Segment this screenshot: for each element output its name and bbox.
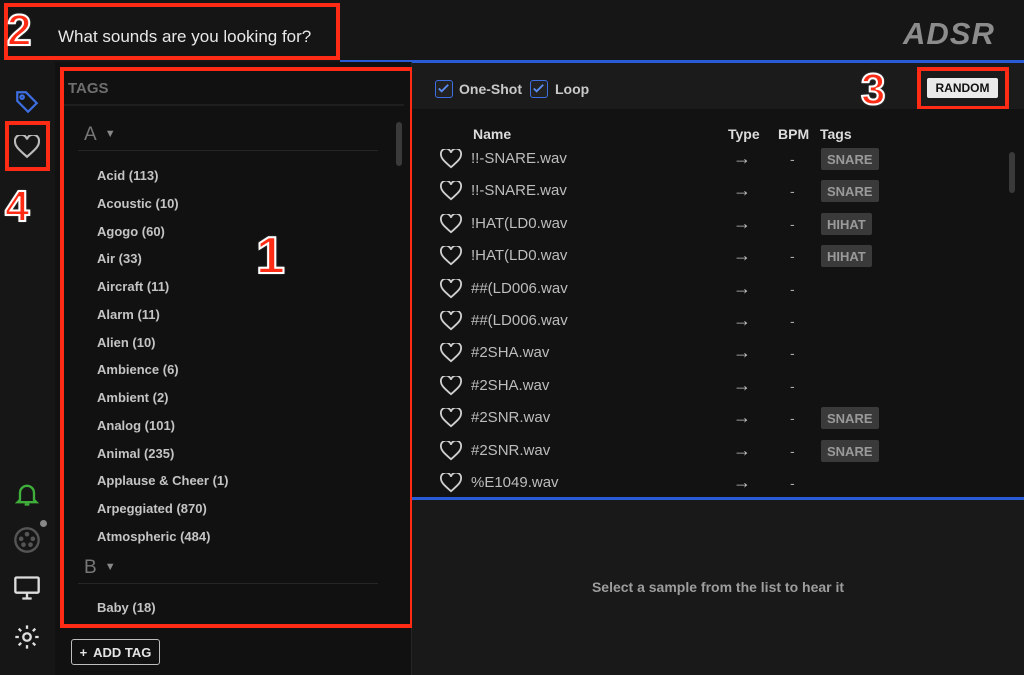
row-tag-badge[interactable]: HIHAT bbox=[821, 213, 872, 235]
row-name[interactable]: ##(LD006.wav bbox=[471, 312, 568, 329]
row-heart-icon[interactable] bbox=[440, 147, 462, 174]
annotation-4: 4 bbox=[4, 182, 31, 231]
row-bpm: - bbox=[790, 475, 795, 491]
annotation-3: 3 bbox=[860, 65, 887, 114]
row-heart-icon[interactable] bbox=[440, 406, 462, 433]
one-shot-label: One-Shot bbox=[459, 81, 522, 97]
row-name[interactable]: !HAT(LD0.wav bbox=[471, 215, 567, 232]
midi-icon[interactable] bbox=[11, 524, 43, 556]
loop-label: Loop bbox=[555, 81, 590, 97]
monitor-icon[interactable] bbox=[11, 572, 43, 604]
row-type-arrow-icon: → bbox=[733, 148, 751, 168]
row-name[interactable]: %E1049.wav bbox=[471, 474, 559, 491]
row-heart-icon[interactable] bbox=[440, 309, 462, 336]
plus-icon: + bbox=[79, 644, 88, 660]
annotation-1: 1 bbox=[255, 227, 286, 285]
row-name[interactable]: #2SHA.wav bbox=[471, 377, 549, 394]
player-message: Select a sample from the list to hear it bbox=[591, 579, 845, 595]
row-type-arrow-icon: → bbox=[733, 245, 751, 265]
one-shot-checkbox[interactable] bbox=[435, 80, 453, 98]
bell-icon[interactable] bbox=[11, 478, 43, 510]
row-bpm: - bbox=[790, 281, 795, 297]
row-tag-badge[interactable]: SNARE bbox=[821, 440, 879, 462]
row-heart-icon[interactable] bbox=[440, 341, 462, 368]
row-tag-badge[interactable]: SNARE bbox=[821, 407, 879, 429]
row-name[interactable]: #2SNR.wav bbox=[471, 442, 550, 459]
row-name[interactable]: ##(LD006.wav bbox=[471, 280, 568, 297]
row-heart-icon[interactable] bbox=[440, 244, 462, 271]
add-tag-button[interactable]: + ADD TAG bbox=[71, 639, 160, 665]
random-button[interactable]: RANDOM bbox=[927, 78, 998, 98]
column-header-type[interactable]: Type bbox=[728, 126, 760, 142]
column-header-bpm[interactable]: BPM bbox=[778, 126, 809, 142]
search-placeholder: What sounds are you looking for? bbox=[58, 27, 312, 46]
row-bpm: - bbox=[790, 248, 795, 264]
row-heart-icon[interactable] bbox=[440, 471, 462, 498]
row-bpm: - bbox=[790, 216, 795, 232]
adsr-logo: ADSR bbox=[903, 16, 995, 51]
column-header-tags[interactable]: Tags bbox=[820, 126, 852, 142]
tags-highlight bbox=[60, 67, 414, 628]
row-bpm: - bbox=[790, 378, 795, 394]
row-type-arrow-icon: → bbox=[733, 407, 751, 427]
gear-icon[interactable] bbox=[11, 621, 43, 653]
row-type-arrow-icon: → bbox=[733, 472, 751, 492]
row-type-arrow-icon: → bbox=[733, 310, 751, 330]
status-dot bbox=[40, 520, 47, 527]
column-header-name[interactable]: Name bbox=[473, 126, 511, 142]
row-bpm: - bbox=[790, 443, 795, 459]
row-tag-badge[interactable]: HIHAT bbox=[821, 245, 872, 267]
tag-icon[interactable] bbox=[11, 86, 43, 118]
row-heart-icon[interactable] bbox=[440, 212, 462, 239]
row-name[interactable]: !!-SNARE.wav bbox=[471, 182, 567, 199]
row-type-arrow-icon: → bbox=[733, 278, 751, 298]
list-scrollbar[interactable] bbox=[1009, 152, 1015, 193]
row-name[interactable]: #2SHA.wav bbox=[471, 344, 549, 361]
row-heart-icon[interactable] bbox=[440, 277, 462, 304]
row-type-arrow-icon: → bbox=[733, 180, 751, 200]
row-name[interactable]: #2SNR.wav bbox=[471, 409, 550, 426]
heart-icon[interactable] bbox=[11, 131, 43, 163]
search-box[interactable]: What sounds are you looking for? bbox=[4, 3, 340, 60]
row-type-arrow-icon: → bbox=[733, 342, 751, 362]
row-heart-icon[interactable] bbox=[440, 374, 462, 401]
row-bpm: - bbox=[790, 345, 795, 361]
row-type-arrow-icon: → bbox=[733, 213, 751, 233]
sample-list bbox=[412, 109, 1024, 498]
row-bpm: - bbox=[790, 410, 795, 426]
loop-checkbox[interactable] bbox=[530, 80, 548, 98]
row-bpm: - bbox=[790, 151, 795, 167]
annotation-2: 2 bbox=[6, 6, 33, 55]
row-tag-badge[interactable]: SNARE bbox=[821, 148, 879, 170]
row-type-arrow-icon: → bbox=[733, 440, 751, 460]
row-tag-badge[interactable]: SNARE bbox=[821, 180, 879, 202]
row-heart-icon[interactable] bbox=[440, 439, 462, 466]
row-name[interactable]: !HAT(LD0.wav bbox=[471, 247, 567, 264]
row-heart-icon[interactable] bbox=[440, 179, 462, 206]
add-tag-label: ADD TAG bbox=[93, 644, 152, 660]
row-bpm: - bbox=[790, 313, 795, 329]
row-type-arrow-icon: → bbox=[733, 375, 751, 395]
row-bpm: - bbox=[790, 183, 795, 199]
row-name[interactable]: !!-SNARE.wav bbox=[471, 150, 567, 167]
